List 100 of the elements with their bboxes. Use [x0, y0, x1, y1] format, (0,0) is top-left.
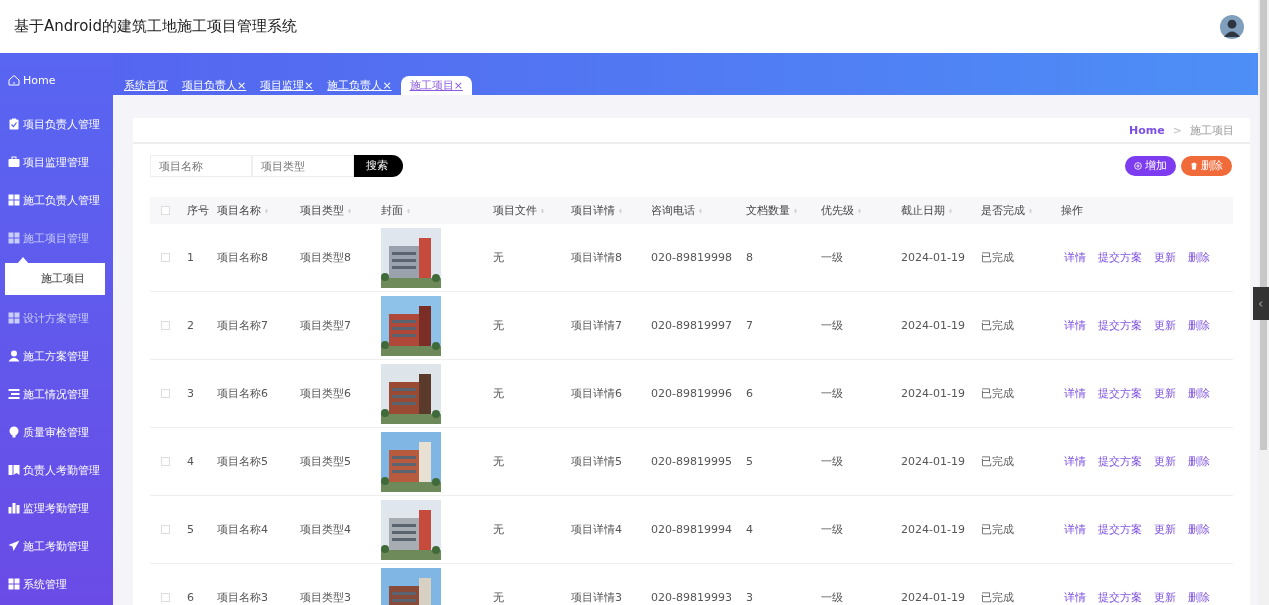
search-field[interactable]: 项目类型: [252, 154, 354, 177]
table-cell: 已完成: [981, 250, 1014, 265]
table-cell: 一级: [821, 590, 843, 605]
action-link[interactable]: 提交方案: [1098, 386, 1142, 401]
column-header: 截止日期: [901, 203, 945, 218]
tab[interactable]: 施工负责人×: [322, 76, 397, 95]
checkbox[interactable]: [160, 525, 170, 534]
delete-button[interactable]: 删除: [1181, 155, 1232, 176]
sidebar-item[interactable]: 系统管理: [0, 565, 113, 603]
column-header: 项目文件: [493, 203, 537, 218]
breadcrumb-item: 施工项目: [1190, 122, 1234, 138]
action-link[interactable]: 详情: [1064, 522, 1086, 537]
table-cell: 项目类型7: [300, 318, 351, 333]
sidebar-item[interactable]: 项目负责人管理: [0, 105, 113, 143]
action-link[interactable]: 详情: [1064, 250, 1086, 265]
checkbox[interactable]: [160, 457, 170, 466]
tab[interactable]: 项目监理×: [255, 76, 319, 95]
action-link[interactable]: 删除: [1188, 318, 1210, 333]
action-link[interactable]: 详情: [1064, 386, 1086, 401]
sidebar-item[interactable]: 负责人考勤管理: [0, 451, 113, 489]
column-header: 优先级: [821, 203, 854, 218]
tab[interactable]: 施工项目×: [400, 76, 472, 95]
table-cell: 3: [746, 591, 753, 604]
grid-icon: [8, 194, 20, 206]
table-cell: 020-89819995: [651, 455, 732, 468]
sidebar-item[interactable]: 设计方案管理: [0, 299, 113, 337]
table-cell: 项目名称4: [217, 522, 268, 537]
action-link[interactable]: 删除: [1188, 454, 1210, 469]
table-cell: 2024-01-19: [901, 251, 965, 264]
action-link[interactable]: 详情: [1064, 590, 1086, 605]
table-cell: 6: [187, 591, 194, 604]
table-cell: 一级: [821, 250, 843, 265]
table-cell: 2024-01-19: [901, 387, 965, 400]
action-link[interactable]: 删除: [1188, 522, 1210, 537]
sidebar-item[interactable]: 施工考勤管理: [0, 527, 113, 565]
column-header: 操作: [1061, 203, 1083, 218]
book-icon: [8, 464, 20, 476]
action-link[interactable]: 提交方案: [1098, 250, 1142, 265]
table-cell: 无: [493, 590, 504, 605]
search-field[interactable]: 项目名称: [150, 154, 252, 177]
table-cell: 1: [187, 251, 194, 264]
table-cell: 项目详情4: [571, 522, 622, 537]
action-link[interactable]: 更新: [1154, 590, 1176, 605]
action-link[interactable]: 详情: [1064, 454, 1086, 469]
table-cell: 2024-01-19: [901, 319, 965, 332]
table-cell: 3: [187, 387, 194, 400]
table-cell: 无: [493, 386, 504, 401]
action-link[interactable]: 详情: [1064, 318, 1086, 333]
tab[interactable]: 项目负责人×: [177, 76, 252, 95]
table-cell: 已完成: [981, 454, 1014, 469]
add-button[interactable]: 增加: [1125, 155, 1176, 176]
table-cell: 020-89819998: [651, 251, 732, 264]
table-cell: 项目名称7: [217, 318, 268, 333]
table-cell: 项目类型4: [300, 522, 351, 537]
table-cell: 项目类型5: [300, 454, 351, 469]
submenu-item[interactable]: 施工项目: [5, 263, 105, 295]
collapse-handle[interactable]: [1253, 287, 1269, 320]
search-button[interactable]: 搜索: [354, 154, 403, 177]
avatar[interactable]: [1220, 14, 1244, 39]
column-header: 项目名称: [217, 203, 261, 218]
action-link[interactable]: 更新: [1154, 454, 1176, 469]
action-link[interactable]: 提交方案: [1098, 454, 1142, 469]
column-header: 是否完成: [981, 203, 1025, 218]
action-link[interactable]: 更新: [1154, 386, 1176, 401]
grid-icon: [8, 578, 20, 590]
breadcrumb-item[interactable]: Home: [1129, 123, 1165, 137]
action-link[interactable]: 提交方案: [1098, 318, 1142, 333]
table-cell: 无: [493, 250, 504, 265]
table-cell: 一级: [821, 318, 843, 333]
sidebar-item[interactable]: Home: [0, 67, 113, 93]
action-link[interactable]: 删除: [1188, 250, 1210, 265]
sidebar-item[interactable]: 监理考勤管理: [0, 489, 113, 527]
grid-icon: [8, 232, 20, 244]
paper-plane-icon: [8, 540, 20, 552]
checkbox[interactable]: [160, 389, 170, 398]
table-cell: 7: [746, 319, 753, 332]
action-link[interactable]: 更新: [1154, 522, 1176, 537]
checkbox[interactable]: [160, 206, 170, 215]
action-link[interactable]: 删除: [1188, 386, 1210, 401]
sidebar-item[interactable]: 质量审检管理: [0, 413, 113, 451]
table-cell: 项目类型8: [300, 250, 351, 265]
checkbox[interactable]: [160, 253, 170, 262]
table-cell: 5: [746, 455, 753, 468]
action-link[interactable]: 更新: [1154, 318, 1176, 333]
table-cell: 一级: [821, 454, 843, 469]
table-cell: 一级: [821, 386, 843, 401]
scrollbar[interactable]: [1258, 0, 1269, 605]
sidebar-item[interactable]: 施工情况管理: [0, 375, 113, 413]
tab[interactable]: 系统首页: [119, 76, 173, 95]
action-link[interactable]: 删除: [1188, 590, 1210, 605]
sidebar-item[interactable]: 施工方案管理: [0, 337, 113, 375]
checkbox[interactable]: [160, 593, 170, 602]
checkbox[interactable]: [160, 321, 170, 330]
sidebar-item[interactable]: 施工项目管理: [0, 219, 113, 257]
action-link[interactable]: 提交方案: [1098, 590, 1142, 605]
table-cell: 2024-01-19: [901, 455, 965, 468]
sidebar-item[interactable]: 施工负责人管理: [0, 181, 113, 219]
sidebar-item[interactable]: 项目监理管理: [0, 143, 113, 181]
action-link[interactable]: 更新: [1154, 250, 1176, 265]
action-link[interactable]: 提交方案: [1098, 522, 1142, 537]
